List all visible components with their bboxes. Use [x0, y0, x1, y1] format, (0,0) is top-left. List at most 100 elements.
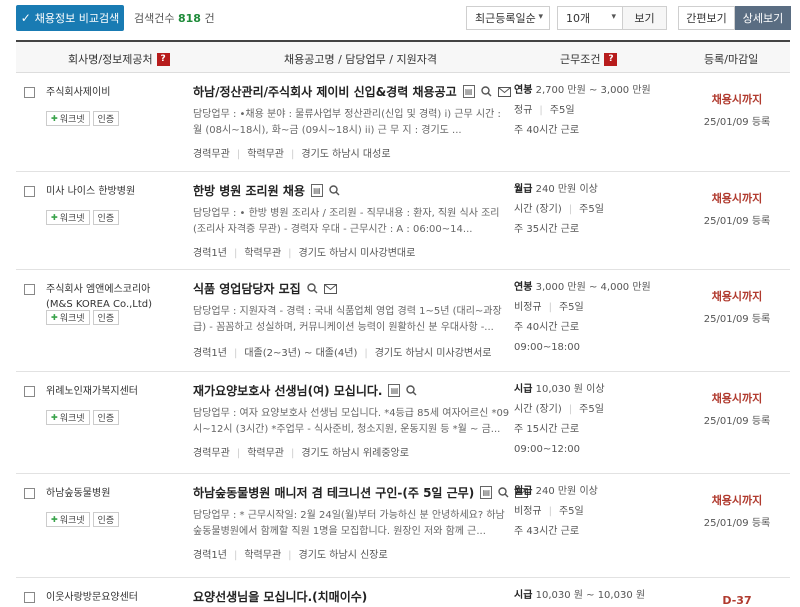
meta-item: 경기도 하남시 미사강변서로 [357, 344, 492, 359]
posting-title[interactable]: 하남/정산관리/주식회사 제이비 신입&경력 채용공고 [193, 83, 457, 100]
hours-line: 주 15시간 근로 [514, 424, 580, 435]
posting-title-line: 하남숲동물병원 매니저 겸 테크니션 구인-(주 5일 근무) ▤ [193, 484, 529, 501]
pay-line: 시급 10,030 원 ~ 10,030 원 [514, 588, 674, 604]
row-checkbox[interactable] [24, 87, 35, 98]
company-name[interactable]: 주식회사 엠앤에스코리아(M&S KOREA Co.,Ltd) [46, 282, 166, 312]
company-name[interactable]: 위례노인재가복지센터 [46, 384, 166, 399]
employment-line: 정규주5일 [514, 103, 674, 119]
search-icon[interactable] [498, 487, 509, 498]
work-conditions: 월급 240 만원 이상 비정규주5일 주 43시간 근로 [514, 484, 674, 540]
row-checkbox[interactable] [24, 186, 35, 197]
document-icon[interactable]: ▤ [480, 486, 493, 499]
search-icon[interactable] [329, 185, 340, 196]
worknet-badge: ✚ 워크넷 [46, 310, 90, 325]
badge-label: 워크넷 [59, 115, 85, 125]
pay-line: 시급 10,030 원 이상 [514, 382, 674, 398]
apply-view-button[interactable]: 보기 [623, 6, 667, 30]
condition-item: 주5일 [542, 506, 584, 517]
meta-item: 학력무관 [230, 145, 284, 160]
condition-item: 주5일 [562, 404, 604, 415]
document-icon[interactable]: ▤ [310, 184, 323, 197]
result-count: 검색건수 818 건 [134, 10, 215, 26]
work-conditions: 시급 10,030 원 이상 시간 (장기)주5일 주 15시간 근로 09:0… [514, 382, 674, 458]
work-conditions: 시급 10,030 원 ~ 10,030 원 [514, 588, 674, 604]
check-icon: ✓ [20, 11, 31, 25]
hours-line: 주 43시간 근로 [514, 526, 580, 537]
posting-title-line: 재가요양보호사 선생님(여) 모십니다. ▤ [193, 382, 417, 399]
row-checkbox[interactable] [24, 488, 35, 499]
certified-badge: 인증 [92, 210, 120, 225]
pay-type: 월급 [514, 486, 533, 497]
worknet-badge: ✚ 워크넷 [46, 512, 90, 527]
registered-date: 25/01/09 등록 [703, 216, 771, 227]
company-name[interactable]: 이웃사랑방문요양센터 [46, 590, 166, 605]
badge-label: 인증 [97, 314, 115, 324]
detail-view-toggle[interactable]: 상세보기 [735, 6, 791, 30]
badge-label: 워크넷 [59, 414, 85, 424]
badge-label: 워크넷 [59, 314, 85, 324]
posting-meta: 경력무관학력무관경기도 하남시 위례중앙로 [193, 444, 409, 459]
condition-item: 시간 (장기) [514, 204, 562, 215]
meta-item: 경력1년 [193, 550, 227, 561]
worknet-icon: ✚ [51, 213, 58, 222]
header-conditions-label: 근무조건 [560, 53, 601, 66]
time-line: 09:00~12:00 [514, 444, 581, 455]
document-icon[interactable]: ▤ [388, 384, 401, 397]
search-icon[interactable] [406, 385, 417, 396]
company-name[interactable]: 미사 나이스 한방병원 [46, 184, 166, 199]
result-count-unit: 건 [204, 12, 215, 25]
badge-label: 인증 [97, 115, 115, 125]
page-size-value: 10개 [566, 12, 591, 25]
condition-item: 주5일 [562, 204, 604, 215]
posting-title[interactable]: 하남숲동물병원 매니저 겸 테크니션 구인-(주 5일 근무) [193, 484, 474, 501]
help-icon[interactable]: ? [156, 52, 170, 66]
page-size-select[interactable]: 10개 ▾ [557, 6, 623, 30]
pay-amount: 10,030 원 이상 [535, 384, 605, 395]
mail-icon[interactable] [497, 86, 511, 97]
posting-title-line: 요양선생님을 모십니다.(치매이수) [193, 588, 367, 605]
row-checkbox[interactable] [24, 592, 35, 603]
row-checkbox[interactable] [24, 284, 35, 295]
condition-item: 시간 (장기) [514, 404, 562, 415]
document-icon[interactable]: ▤ [462, 85, 475, 98]
worknet-badge: ✚ 워크넷 [46, 111, 90, 126]
posting-description: 담당업무 : 지원자격 - 경력 : 국내 식품업체 영업 경력 1~5년 (대… [193, 306, 502, 333]
deadline-text: 채용시까지 [711, 93, 763, 106]
help-icon[interactable]: ? [604, 52, 618, 66]
posting-title[interactable]: 식품 영업담당자 모집 [193, 280, 301, 297]
condition-item: 주5일 [542, 302, 584, 313]
table-row: 주식회사제이비 ✚ 워크넷 인증 하남/정산관리/주식회사 제이비 신입&경력 채용… [16, 73, 790, 172]
mail-icon[interactable] [323, 283, 337, 294]
posting-title-line: 하남/정산관리/주식회사 제이비 신입&경력 채용공고 ▤ [193, 83, 511, 100]
posting-meta: 경력1년학력무관경기도 하남시 신장로 [193, 546, 388, 561]
pay-type: 월급 [514, 184, 533, 195]
deadline-text: 채용시까지 [711, 192, 763, 205]
pay-line: 월급 240 만원 이상 [514, 182, 674, 198]
header-posting-label: 채용공고명 / 담당업무 / 지원자격 [284, 53, 437, 66]
pay-type: 연봉 [514, 85, 533, 96]
posting-title[interactable]: 한방 병원 조리원 채용 [193, 182, 305, 199]
meta-item: 경기도 하남시 대성로 [284, 145, 390, 160]
pay-line: 월급 240 만원 이상 [514, 484, 674, 500]
search-icon[interactable] [480, 86, 492, 97]
search-icon[interactable] [307, 283, 318, 294]
company-name[interactable]: 주식회사제이비 [46, 85, 166, 100]
company-name[interactable]: 하남숲동물병원 [46, 486, 166, 501]
registered-date: 25/01/09 등록 [703, 416, 771, 427]
posting-meta: 경력무관학력무관경기도 하남시 대성로 [193, 145, 391, 160]
simple-view-toggle[interactable]: 간편보기 [678, 6, 735, 30]
deadline-text: 채용시까지 [711, 494, 763, 507]
hours-line: 주 40시간 근로 [514, 322, 580, 333]
badge-label: 인증 [97, 214, 115, 224]
source-badges: ✚ 워크넷 인증 [46, 210, 120, 225]
header-company: 회사명/정보제공처 ? [68, 51, 170, 67]
table-header: 회사명/정보제공처 ? 채용공고명 / 담당업무 / 지원자격 근무조건 ? 등… [16, 40, 790, 73]
posting-meta: 경력1년대졸(2~3년) ~ 대졸(4년)경기도 하남시 미사강변서로 [193, 344, 492, 359]
posting-title[interactable]: 재가요양보호사 선생님(여) 모십니다. [193, 382, 382, 399]
source-badges: ✚ 워크넷 인증 [46, 410, 120, 425]
row-checkbox[interactable] [24, 386, 35, 397]
compare-search-button[interactable]: ✓ 채용정보 비교검색 [16, 5, 124, 31]
pay-amount: 240 만원 이상 [535, 486, 598, 497]
posting-title[interactable]: 요양선생님을 모십니다.(치매이수) [193, 588, 367, 605]
sort-select[interactable]: 최근등록일순 ▾ [466, 6, 550, 30]
